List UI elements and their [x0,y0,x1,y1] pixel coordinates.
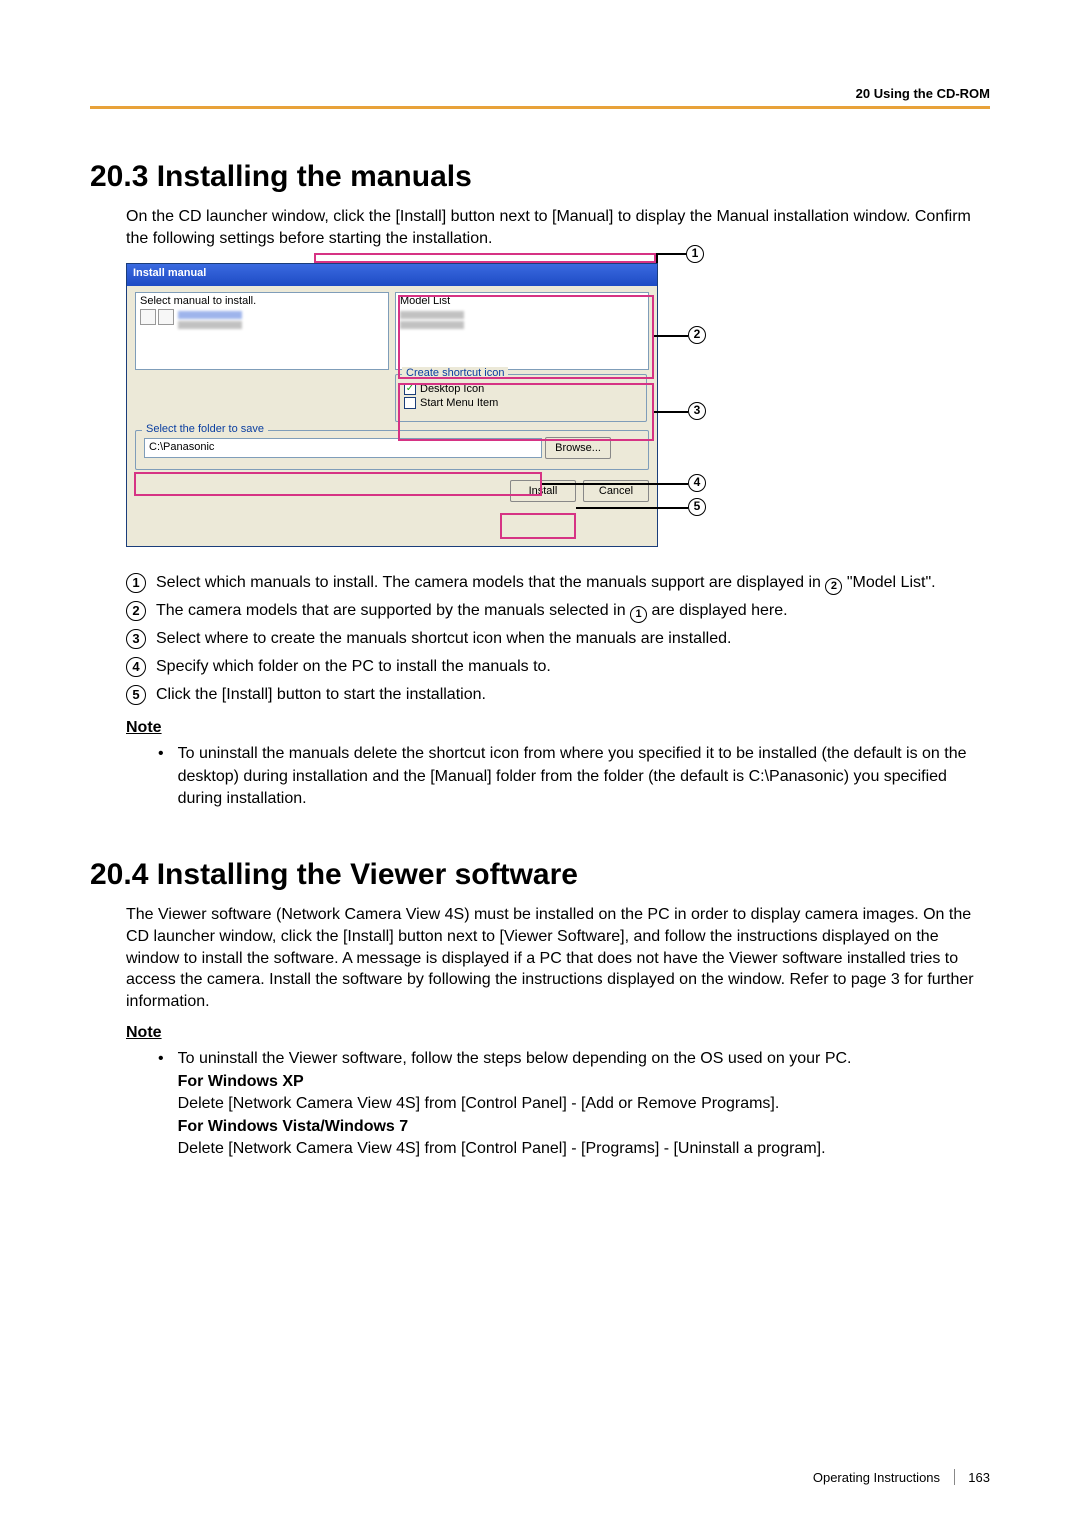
start-menu-label: Start Menu Item [420,397,498,409]
desktop-icon-checkbox[interactable]: ✓ [404,383,416,395]
model-list-label: Model List [400,295,450,307]
desktop-icon-label: Desktop Icon [420,383,484,395]
numbered-steps: 1 Select which manuals to install. The c… [126,571,990,707]
callout-line [654,411,688,413]
step-4: 4 Specify which folder on the PC to inst… [126,655,990,679]
page-header-breadcrumb: 20 Using the CD-ROM [856,86,990,101]
step-text: Select which manuals to install. The cam… [156,574,825,591]
step-number: 5 [126,685,146,705]
note-text: To uninstall the Viewer software, follow… [178,1048,852,1160]
create-shortcut-legend: Create shortcut icon [402,367,508,379]
create-shortcut-group: Create shortcut icon ✓ Desktop Icon Star… [395,374,647,422]
install-manual-figure: Install manual Select manual to install.… [126,263,766,553]
start-menu-checkbox[interactable] [404,397,416,409]
model-list-panel: Model List [395,292,649,370]
header-divider [90,106,990,109]
note-bullet: • To uninstall the manuals delete the sh… [158,743,990,810]
callout-label-4: 4 [688,474,706,492]
note-bullet: • To uninstall the Viewer software, foll… [158,1048,990,1160]
select-manual-panel[interactable]: Select manual to install. [135,292,389,370]
section-20-4-intro: The Viewer software (Network Camera View… [126,904,990,1012]
callout-label-1: 1 [686,245,704,263]
callout-label-2: 2 [688,326,706,344]
step-1: 1 Select which manuals to install. The c… [126,571,990,595]
step-text: The camera models that are supported by … [156,602,630,619]
step-text: Select where to create the manuals short… [156,627,731,651]
step-2: 2 The camera models that are supported b… [126,599,990,623]
note-text: To uninstall the manuals delete the shor… [178,743,990,810]
step-text: Click the [Install] button to start the … [156,683,486,707]
note-heading: Note [126,719,990,737]
select-manual-label: Select manual to install. [140,295,256,307]
select-folder-group: Select the folder to save C:\Panasonic B… [135,430,649,470]
section-20-3-intro: On the CD launcher window, click the [In… [126,206,990,249]
footer-page-number: 163 [968,1470,990,1485]
page-footer: Operating Instructions 163 [813,1469,990,1485]
footer-separator [954,1469,955,1485]
callout-line [656,253,686,255]
inline-ref-2: 2 [825,578,842,595]
folder-path-input[interactable]: C:\Panasonic [144,438,542,458]
callout-line [576,507,688,509]
inline-ref-1: 1 [630,606,647,623]
step-number: 2 [126,601,146,621]
install-manual-window: Install manual Select manual to install.… [126,263,658,547]
note-heading: Note [126,1024,990,1042]
bullet-dot: • [158,743,164,810]
step-number: 4 [126,657,146,677]
manual-thumbnails [140,309,174,325]
section-20-4-title: 20.4 Installing the Viewer software [90,858,990,892]
step-text: Specify which folder on the PC to instal… [156,655,551,679]
section-20-3-title: 20.3 Installing the manuals [90,160,990,194]
windows-xp-heading: For Windows XP [178,1073,304,1090]
callout-label-5: 5 [688,498,706,516]
step-3: 3 Select where to create the manuals sho… [126,627,990,651]
window-titlebar: Install manual [127,264,657,286]
step-text: are displayed here. [647,602,788,619]
select-folder-legend: Select the folder to save [142,423,268,435]
callout-label-3: 3 [688,402,706,420]
callout-line [654,335,688,337]
callout-line [542,483,688,485]
step-number: 1 [126,573,146,593]
browse-button[interactable]: Browse... [545,437,611,459]
callout-box-1 [314,253,656,263]
windows-vista-heading: For Windows Vista/Windows 7 [178,1118,409,1135]
step-5: 5 Click the [Install] button to start th… [126,683,990,707]
bullet-dot: • [158,1048,164,1160]
windows-xp-text: Delete [Network Camera View 4S] from [Co… [178,1095,780,1112]
step-number: 3 [126,629,146,649]
footer-doc-title: Operating Instructions [813,1470,940,1485]
windows-vista-text: Delete [Network Camera View 4S] from [Co… [178,1140,826,1157]
step-text: "Model List". [842,574,935,591]
